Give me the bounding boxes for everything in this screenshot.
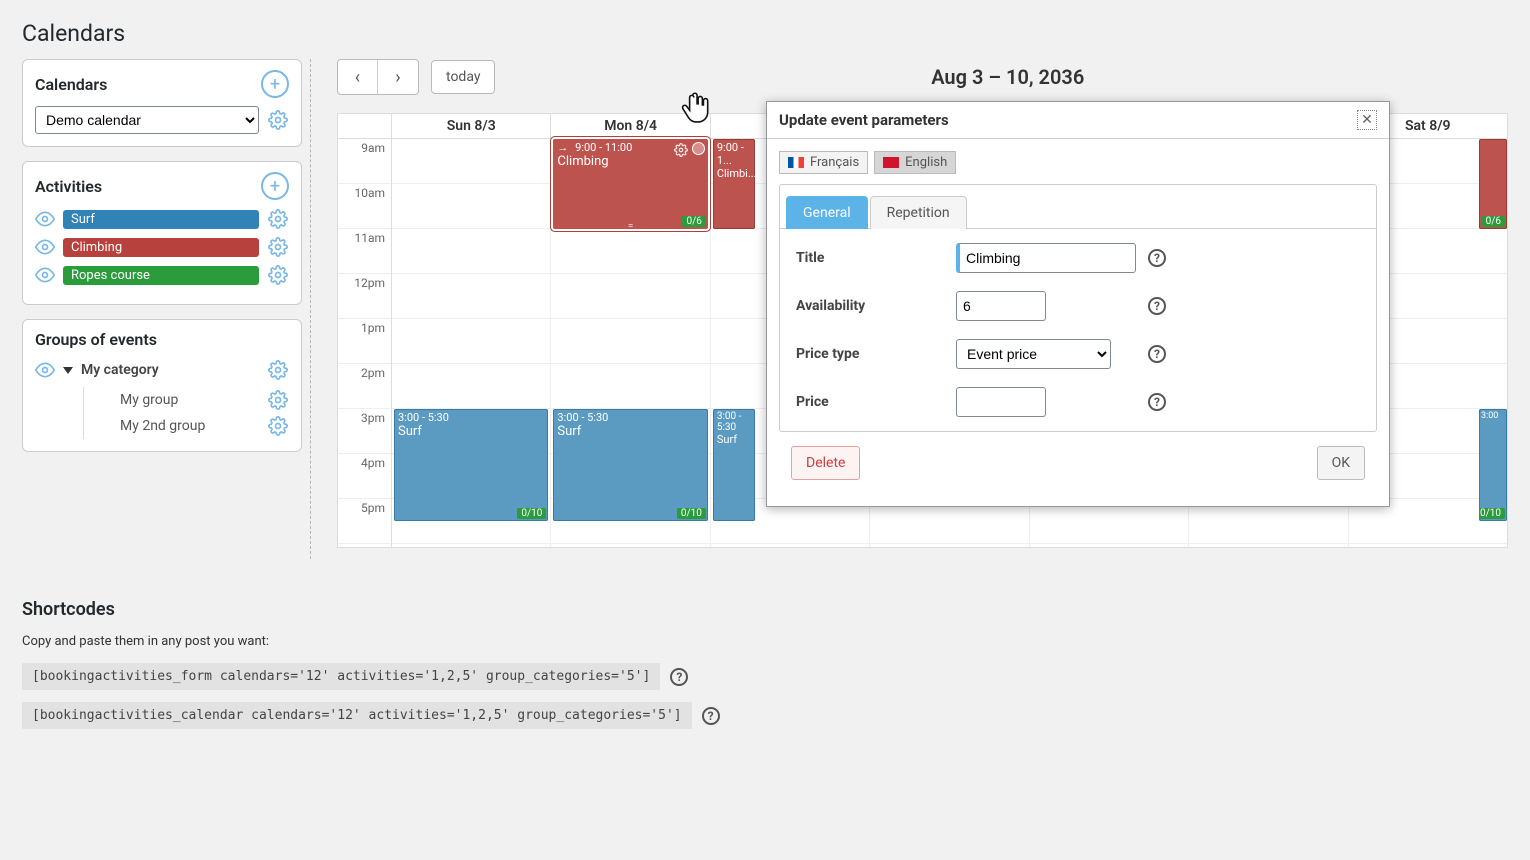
hour-label: 1pm xyxy=(338,319,391,364)
help-title-icon[interactable]: ? xyxy=(1148,249,1166,267)
hour-label: 11am xyxy=(338,229,391,274)
dialog-title: Update event parameters xyxy=(779,111,949,129)
expand-toggle-icon[interactable] xyxy=(63,367,73,374)
repeat-arrow-icon: → xyxy=(557,141,568,154)
calendar-settings-button[interactable] xyxy=(267,109,289,131)
group-item-2[interactable]: My 2nd group xyxy=(83,413,289,439)
hour-label: 12pm xyxy=(338,274,391,319)
shortcode-calendar[interactable]: [bookingactivities_calendar calendars='1… xyxy=(22,702,692,729)
price-type-label: Price type xyxy=(796,346,956,362)
activity-climbing[interactable]: Climbing xyxy=(63,238,259,257)
panel-divider xyxy=(310,59,311,559)
visibility-toggle-surf[interactable] xyxy=(35,209,55,229)
visibility-toggle-ropes[interactable] xyxy=(35,265,55,285)
shortcode-form[interactable]: [bookingactivities_form calendars='12' a… xyxy=(22,663,660,690)
price-label: Price xyxy=(796,394,956,410)
activities-panel: Activities + Surf Climbing Ropes course xyxy=(22,161,302,305)
event-surf-sun[interactable]: 3:00 - 5:30 Surf 0/10 xyxy=(394,409,548,521)
title-input[interactable] xyxy=(956,243,1136,273)
delete-button[interactable]: Delete xyxy=(791,446,860,480)
prev-week-button[interactable]: ‹ xyxy=(338,60,378,94)
group-item-2-settings[interactable] xyxy=(267,415,289,437)
activity-surf[interactable]: Surf xyxy=(63,210,259,229)
event-gear-icon[interactable] xyxy=(674,143,688,157)
activity-surf-settings[interactable] xyxy=(267,208,289,230)
ok-button[interactable]: OK xyxy=(1317,446,1365,480)
tab-repetition[interactable]: Repetition xyxy=(870,196,967,229)
activity-ropes-settings[interactable] xyxy=(267,264,289,286)
event-surf-tue[interactable]: 3:00 - 5:30 Surf xyxy=(713,409,755,521)
dialog-close-button[interactable]: ✕ xyxy=(1357,110,1377,130)
event-surf-mon[interactable]: 3:00 - 5:30 Surf 0/10 xyxy=(553,409,707,521)
title-label: Title xyxy=(796,250,956,266)
group-item-1-settings[interactable] xyxy=(267,389,289,411)
visibility-toggle-category[interactable] xyxy=(35,360,55,380)
lang-tab-en[interactable]: English xyxy=(874,151,956,174)
event-surf-sat[interactable]: 3:00 0/10 xyxy=(1479,409,1507,521)
availability-input[interactable] xyxy=(956,291,1046,321)
help-shortcode-calendar-icon[interactable]: ? xyxy=(702,707,720,725)
calendar-select[interactable]: Demo calendar xyxy=(35,106,259,134)
availability-label: Availability xyxy=(796,298,956,314)
help-shortcode-form-icon[interactable]: ? xyxy=(670,668,688,686)
add-calendar-button[interactable]: + xyxy=(261,70,289,98)
price-input[interactable] xyxy=(956,387,1046,417)
event-dialog: Update event parameters ✕ Français Engli… xyxy=(766,101,1390,507)
add-activity-button[interactable]: + xyxy=(261,172,289,200)
help-price-type-icon[interactable]: ? xyxy=(1148,345,1166,363)
hour-label: 3pm xyxy=(338,409,391,454)
activities-title: Activities xyxy=(35,177,102,196)
day-header-sun: Sun 8/3 xyxy=(392,114,551,138)
tab-general[interactable]: General xyxy=(786,196,868,229)
page-title: Calendars xyxy=(0,0,1530,59)
shortcodes-title: Shortcodes xyxy=(22,599,1508,620)
group-category-settings[interactable] xyxy=(267,359,289,381)
today-button[interactable]: today xyxy=(431,60,495,94)
groups-title: Groups of events xyxy=(35,330,157,349)
hour-label: 10am xyxy=(338,184,391,229)
event-climbing-mon[interactable]: → 9:00 - 11:00 Climbing 0/6 = xyxy=(553,139,707,229)
flag-fr-icon xyxy=(788,157,804,168)
next-week-button[interactable]: › xyxy=(378,60,418,94)
flag-en-icon xyxy=(883,157,899,168)
shortcodes-desc: Copy and paste them in any post you want… xyxy=(22,634,1508,649)
lang-tab-fr[interactable]: Français xyxy=(779,151,868,174)
resize-handle-icon[interactable]: = xyxy=(624,225,638,228)
group-category[interactable]: My category xyxy=(81,362,259,378)
event-climbing-sat[interactable]: 0/6 xyxy=(1479,139,1507,229)
event-climbing-tue[interactable]: 9:00 - 1... Climbi... xyxy=(713,139,755,229)
help-availability-icon[interactable]: ? xyxy=(1148,297,1166,315)
hour-label: 5pm xyxy=(338,499,391,544)
cursor-hand-icon xyxy=(679,89,713,127)
calendars-title: Calendars xyxy=(35,75,107,94)
hour-label: 9am xyxy=(338,139,391,184)
help-price-icon[interactable]: ? xyxy=(1148,393,1166,411)
groups-panel: Groups of events My category My group My… xyxy=(22,319,302,452)
price-type-select[interactable]: Event price xyxy=(956,339,1111,369)
visibility-toggle-climbing[interactable] xyxy=(35,237,55,257)
hour-label: 2pm xyxy=(338,364,391,409)
date-range: Aug 3 – 10, 2036 xyxy=(507,65,1508,89)
hour-label: 4pm xyxy=(338,454,391,499)
calendars-panel: Calendars + Demo calendar xyxy=(22,59,302,147)
activity-ropes[interactable]: Ropes course xyxy=(63,266,259,285)
activity-climbing-settings[interactable] xyxy=(267,236,289,258)
group-item-1[interactable]: My group xyxy=(83,387,289,413)
event-select-handle[interactable] xyxy=(692,142,705,155)
